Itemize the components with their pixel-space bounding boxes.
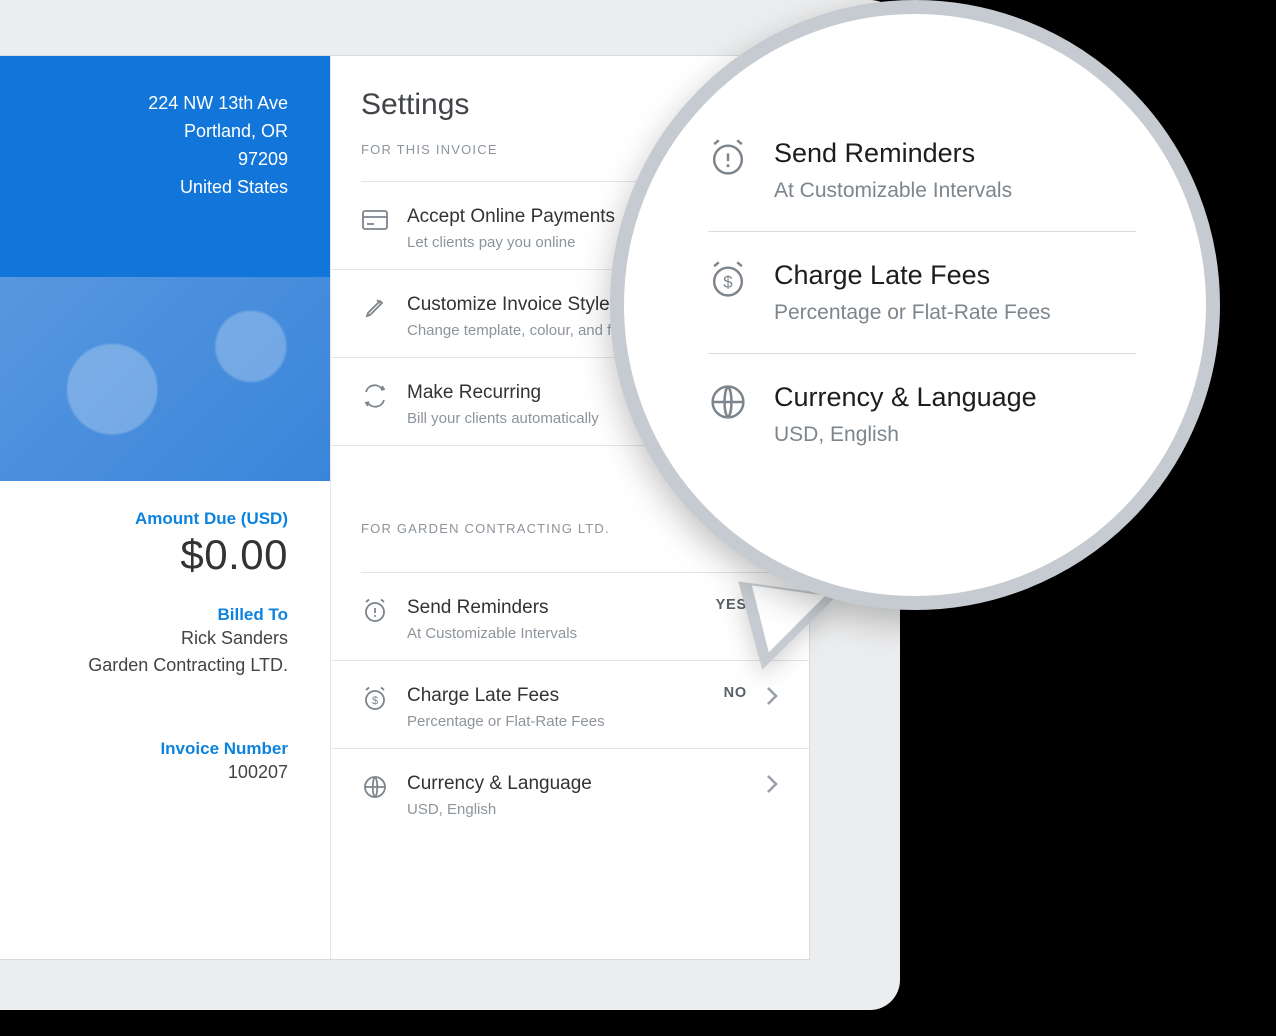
setting-charge-late-fees[interactable]: $ Charge Late Fees Percentage or Flat-Ra… bbox=[331, 661, 809, 749]
alarm-dollar-icon: $ bbox=[361, 685, 389, 713]
callout-sub: Percentage or Flat-Rate Fees bbox=[774, 301, 1051, 325]
hero-image bbox=[0, 277, 330, 481]
company-address-zip: 97209 bbox=[0, 146, 288, 174]
alarm-clock-icon bbox=[361, 597, 389, 625]
invoice-header: 224 NW 13th Ave Portland, OR 97209 Unite… bbox=[0, 56, 330, 481]
company-address-line1: 224 NW 13th Ave bbox=[0, 90, 288, 118]
billed-to-name: Rick Sanders bbox=[0, 625, 288, 652]
callout-charge-late-fees: $ Charge Late Fees Percentage or Flat-Ra… bbox=[708, 232, 1136, 354]
amount-due-value: $0.00 bbox=[0, 531, 288, 579]
setting-currency-language[interactable]: Currency & Language USD, English bbox=[331, 749, 809, 836]
callout-currency-language: Currency & Language USD, English bbox=[708, 354, 1136, 475]
callout-sub: At Customizable Intervals bbox=[774, 179, 1012, 203]
invoice-number-value: 100207 bbox=[0, 759, 288, 786]
setting-title: Send Reminders bbox=[407, 597, 698, 619]
setting-title: Currency & Language bbox=[407, 773, 747, 795]
chevron-right-icon bbox=[765, 685, 779, 707]
company-address-country: United States bbox=[0, 174, 288, 202]
invoice-number-label: Invoice Number bbox=[0, 739, 288, 759]
svg-text:$: $ bbox=[372, 695, 378, 707]
callout-pointer bbox=[727, 581, 838, 678]
company-address-city: Portland, OR bbox=[0, 118, 288, 146]
refresh-icon bbox=[361, 382, 389, 410]
callout-send-reminders: Send Reminders At Customizable Intervals bbox=[708, 110, 1136, 232]
setting-sub: Percentage or Flat-Rate Fees bbox=[407, 713, 706, 730]
section-caption-client: FOR GARDEN CONTRACTING LTD. bbox=[361, 521, 610, 536]
credit-card-icon bbox=[361, 206, 389, 234]
globe-icon bbox=[361, 773, 389, 801]
setting-sub: USD, English bbox=[407, 801, 747, 818]
setting-title: Charge Late Fees bbox=[407, 685, 706, 707]
alarm-dollar-icon: $ bbox=[708, 260, 748, 300]
billed-to-company: Garden Contracting LTD. bbox=[0, 652, 288, 679]
amount-due-label: Amount Due (USD) bbox=[0, 509, 288, 529]
callout-title: Send Reminders bbox=[774, 138, 1012, 169]
callout-sub: USD, English bbox=[774, 423, 1037, 447]
svg-text:$: $ bbox=[723, 273, 733, 292]
billed-to-label: Billed To bbox=[0, 605, 288, 625]
magnifier-callout: Send Reminders At Customizable Intervals… bbox=[610, 0, 1220, 610]
globe-icon bbox=[708, 382, 748, 422]
invoice-preview-panel: 224 NW 13th Ave Portland, OR 97209 Unite… bbox=[0, 56, 330, 959]
setting-sub: At Customizable Intervals bbox=[407, 625, 698, 642]
callout-title: Currency & Language bbox=[774, 382, 1037, 413]
invoice-meta: Amount Due (USD) $0.00 Billed To Rick Sa… bbox=[0, 481, 330, 786]
setting-value: NO bbox=[724, 685, 747, 701]
paint-icon bbox=[361, 294, 389, 322]
callout-title: Charge Late Fees bbox=[774, 260, 1051, 291]
alarm-clock-icon bbox=[708, 138, 748, 178]
chevron-right-icon bbox=[765, 773, 779, 795]
